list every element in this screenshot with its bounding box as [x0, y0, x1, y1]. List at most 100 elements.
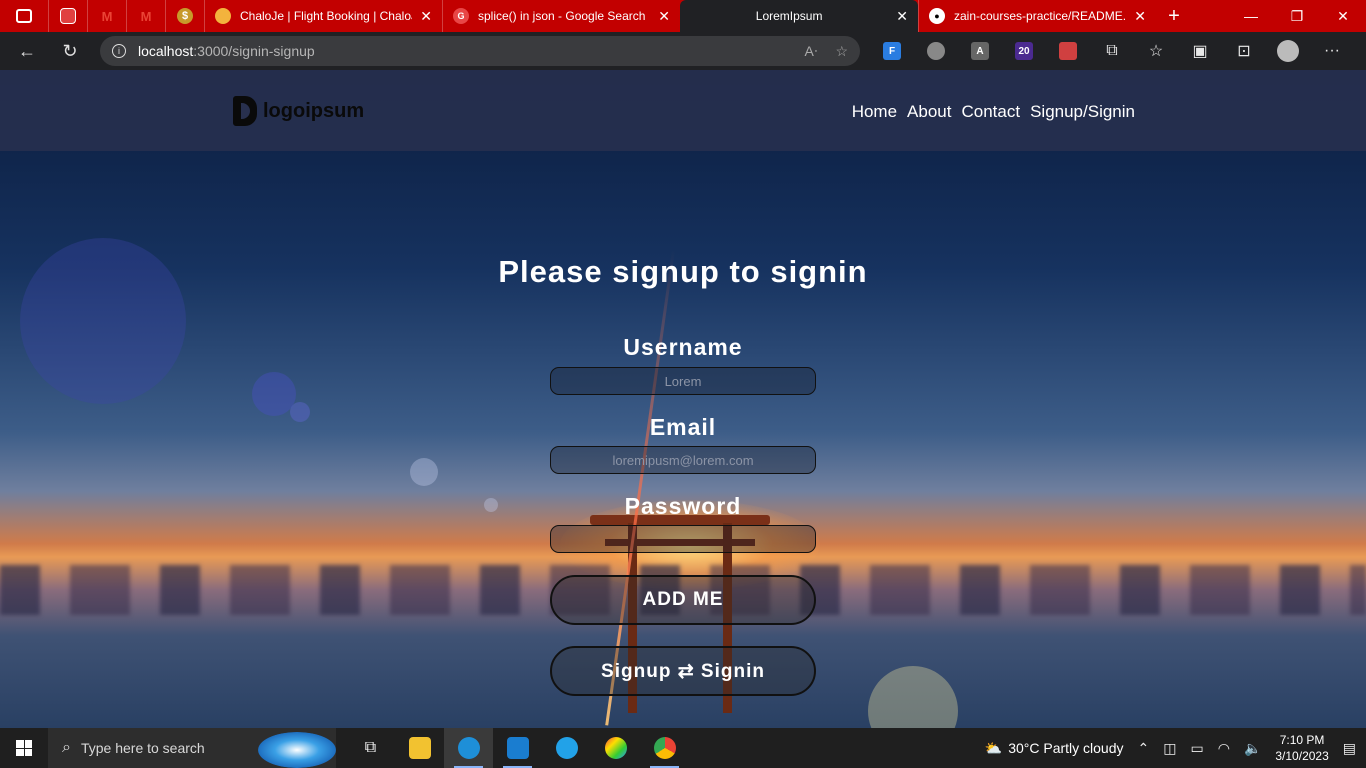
close-icon[interactable]: ✕: [896, 8, 908, 25]
extension-2[interactable]: [914, 32, 958, 70]
system-tray: ⛅ 30°C Partly cloudy ⌃ ◫ ▭ ◠ 🔈 7:10 PM 3…: [985, 732, 1366, 764]
settings-menu-button[interactable]: ···: [1310, 32, 1354, 70]
site-nav: Home About Contact Signup/Signin: [852, 102, 1135, 122]
back-arrow-icon: ←: [18, 40, 36, 61]
chrome-icon: [653, 737, 676, 759]
gmail-icon: M: [140, 8, 152, 24]
gmail-icon: M: [101, 8, 113, 24]
wifi-icon[interactable]: ◠: [1218, 740, 1230, 757]
battery-icon[interactable]: ▭: [1190, 740, 1203, 757]
extensions-button[interactable]: ⧉: [1090, 32, 1134, 70]
tabs-icon: [16, 9, 32, 23]
favorites-icon: ☆: [1148, 43, 1164, 60]
tab-title: splice() in json - Google Search: [478, 9, 646, 23]
app-button[interactable]: [542, 728, 591, 768]
more-icon: ···: [1324, 42, 1340, 59]
page-title: Please signup to signin: [498, 254, 868, 289]
nav-home[interactable]: Home: [852, 102, 897, 122]
avatar: [1277, 40, 1299, 62]
clock[interactable]: 7:10 PM 3/10/2023: [1275, 732, 1328, 764]
tab-google-search[interactable]: G splice() in json - Google Search ✕: [442, 0, 680, 32]
vscode-icon: [506, 737, 529, 759]
task-view-button[interactable]: ⧉: [346, 728, 395, 768]
signup-signin-switch-button[interactable]: Signup ⇄ Signin: [550, 646, 816, 696]
paint-button[interactable]: [591, 728, 640, 768]
close-icon[interactable]: ✕: [658, 8, 670, 25]
meet-now-icon[interactable]: ◫: [1163, 740, 1176, 757]
search-highlight-image: [258, 732, 336, 768]
nav-signup-signin[interactable]: Signup/Signin: [1030, 102, 1135, 122]
essentials-icon: ⊡: [1237, 43, 1251, 60]
windows-icon: [16, 740, 32, 756]
browser-essentials-button[interactable]: ⊡: [1222, 32, 1266, 70]
weather-widget[interactable]: ⛅ 30°C Partly cloudy: [985, 740, 1124, 757]
back-button[interactable]: ←: [8, 35, 46, 67]
tab-chaloje[interactable]: ChaloJe | Flight Booking | ChaloJe ✕: [204, 0, 442, 32]
pinned-tab-2[interactable]: M: [87, 0, 126, 32]
password-field[interactable]: [550, 525, 816, 553]
collections-icon: ▣: [1192, 43, 1208, 60]
extension-1[interactable]: F: [870, 32, 914, 70]
add-me-button[interactable]: ADD ME: [550, 575, 816, 625]
chrome-button[interactable]: [640, 728, 689, 768]
background-bokeh: [868, 666, 958, 728]
vscode-button[interactable]: [493, 728, 542, 768]
chevron-up-icon[interactable]: ⌃: [1138, 740, 1150, 757]
address-bar[interactable]: i localhost:3000/signin-signup Aᐧ ☆: [100, 36, 860, 66]
favorites-button[interactable]: ☆: [1134, 32, 1178, 70]
extension-a-icon: A: [971, 42, 989, 60]
tab-title: ChaloJe | Flight Booking | ChaloJe: [240, 9, 413, 23]
minimize-button[interactable]: —: [1228, 0, 1274, 32]
pinned-tab-1[interactable]: [48, 0, 87, 32]
extension-5[interactable]: [1046, 32, 1090, 70]
site-info-icon[interactable]: i: [112, 44, 126, 58]
nav-about[interactable]: About: [907, 102, 951, 122]
extension-4[interactable]: 20: [1002, 32, 1046, 70]
volume-icon[interactable]: 🔈: [1244, 740, 1261, 757]
password-label: Password: [624, 493, 742, 519]
extension-3[interactable]: A: [958, 32, 1002, 70]
taskbar-search[interactable]: ⌕ Type here to search: [48, 728, 336, 768]
pinned-tab-4[interactable]: $: [165, 0, 204, 32]
notifications-icon[interactable]: ▤: [1343, 740, 1356, 757]
coin-icon: $: [177, 8, 193, 24]
background-bokeh: [410, 458, 438, 486]
refresh-icon: ↻: [62, 40, 78, 61]
new-tab-button[interactable]: +: [1156, 0, 1192, 32]
address-actions: Aᐧ ☆: [805, 43, 848, 60]
close-window-button[interactable]: ✕: [1320, 0, 1366, 32]
tab-loremipsum[interactable]: LoremIpsum ✕: [680, 0, 918, 32]
site-logo[interactable]: logoipsum: [233, 96, 364, 126]
extensions-bar: F A 20 ⧉ ☆ ▣ ⊡ ···: [870, 32, 1354, 70]
file-explorer-button[interactable]: [395, 728, 444, 768]
tab-github[interactable]: ● zain-courses-practice/README.md ✕: [918, 0, 1156, 32]
close-icon[interactable]: ✕: [420, 8, 432, 25]
email-field[interactable]: [550, 446, 816, 474]
github-icon: ●: [929, 8, 945, 24]
pinned-tab-3[interactable]: M: [126, 0, 165, 32]
partly-cloudy-icon: ⛅: [984, 739, 1003, 756]
edge-button[interactable]: [444, 728, 493, 768]
extension-red-icon: [1059, 42, 1077, 60]
restore-button[interactable]: ❐: [1274, 0, 1320, 32]
taskbar-apps: ⧉: [346, 728, 689, 768]
add-favorite-icon[interactable]: ☆: [835, 43, 848, 60]
refresh-button[interactable]: ↻: [51, 35, 89, 67]
folder-icon: [408, 737, 431, 759]
nav-contact[interactable]: Contact: [961, 102, 1020, 122]
tab-actions-button[interactable]: [0, 0, 48, 32]
read-aloud-icon[interactable]: Aᐧ: [805, 43, 818, 60]
close-icon[interactable]: ✕: [1134, 8, 1146, 25]
start-button[interactable]: [0, 728, 48, 768]
search-placeholder: Type here to search: [80, 740, 205, 756]
tab-title: LoremIpsum: [755, 9, 823, 23]
profile-button[interactable]: [1266, 32, 1310, 70]
browser-toolbar: ← ↻ i localhost:3000/signin-signup Aᐧ ☆ …: [0, 32, 1366, 70]
collections-button[interactable]: ▣: [1178, 32, 1222, 70]
username-field[interactable]: [550, 367, 816, 395]
chaloje-icon: [215, 8, 231, 24]
url-host: localhost: [138, 43, 194, 59]
puzzle-icon: ⧉: [1106, 42, 1118, 59]
site-navbar: logoipsum Home About Contact Signup/Sign…: [0, 70, 1366, 151]
logo-icon: [233, 96, 257, 126]
